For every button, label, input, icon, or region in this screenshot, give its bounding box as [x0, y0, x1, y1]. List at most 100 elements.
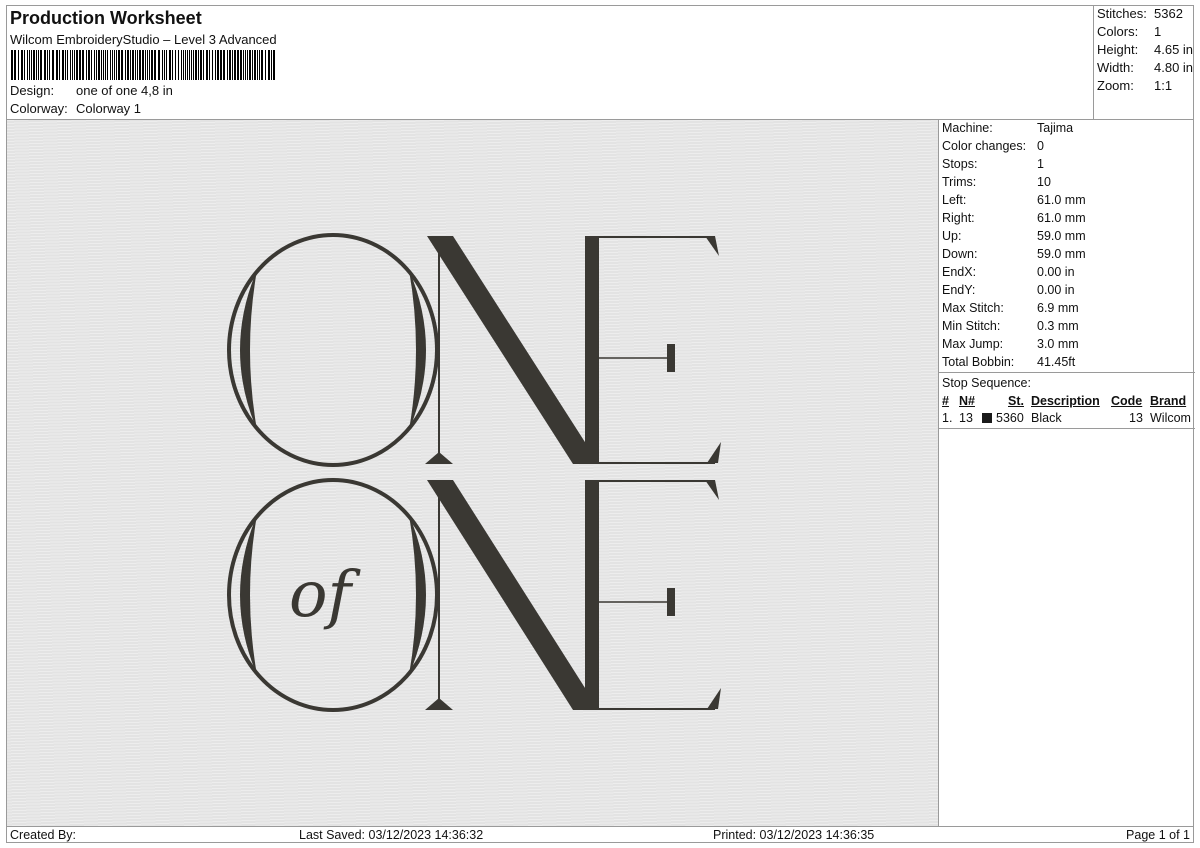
barcode-bar	[114, 50, 115, 80]
stop-sequence-title: Stop Sequence:	[942, 376, 1031, 390]
barcode-bar	[147, 50, 148, 80]
production-worksheet: Production Worksheet Wilcom EmbroiderySt…	[6, 5, 1195, 843]
barcode-bar	[82, 50, 84, 80]
barcode-bar	[220, 50, 222, 80]
barcode-bar	[72, 50, 73, 80]
barcode-bar	[191, 50, 192, 80]
barcode-bar	[127, 50, 129, 80]
barcode-bar	[38, 50, 39, 80]
barcode-bar	[223, 50, 225, 80]
barcode-bar	[158, 50, 160, 80]
page-title: Production Worksheet	[10, 8, 202, 28]
letter-n-top-diagonal	[427, 236, 599, 464]
page-number: Page 1 of 1	[1126, 828, 1190, 842]
barcode-bar	[145, 50, 146, 80]
barcode-bar	[94, 50, 95, 80]
barcode	[11, 50, 275, 80]
barcode-bar	[27, 50, 28, 80]
info-label: Left:	[942, 193, 967, 207]
letter-e-bottom-serif-top	[705, 480, 719, 500]
summary-zoom: Zoom: 1:1	[1097, 78, 1173, 93]
barcode-bar	[101, 50, 102, 80]
barcode-bar	[169, 50, 171, 80]
barcode-bar	[40, 50, 42, 80]
barcode-bar	[240, 50, 242, 80]
barcode-bar	[227, 50, 228, 80]
info-row: Left: 61.0 mm	[942, 193, 1086, 207]
barcode-bar	[116, 50, 117, 80]
colorway-row: Colorway: Colorway 1	[10, 101, 141, 116]
barcode-bar	[181, 50, 182, 80]
barcode-bar	[261, 50, 263, 80]
row-code: 13	[1129, 411, 1143, 425]
barcode-bar	[74, 50, 75, 80]
letter-n-top-foot	[425, 452, 453, 464]
info-row: Stops: 1	[942, 157, 1044, 171]
barcode-bar	[139, 50, 141, 80]
barcode-bar	[166, 50, 167, 80]
barcode-bar	[105, 50, 106, 80]
col-description: Description	[1031, 394, 1100, 408]
barcode-bar	[185, 50, 186, 80]
info-value: 0.00 in	[1037, 283, 1075, 297]
barcode-bar	[265, 50, 266, 80]
barcode-bar	[237, 50, 239, 80]
barcode-bar	[247, 50, 248, 80]
barcode-bar	[162, 50, 163, 80]
barcode-bar	[178, 50, 179, 80]
barcode-bar	[96, 50, 97, 80]
barcode-bar	[86, 50, 87, 80]
letter-n-bottom-right-stem	[585, 480, 599, 710]
barcode-bar	[243, 50, 244, 80]
barcode-bar	[206, 50, 208, 80]
barcode-bar	[252, 50, 253, 80]
design-summary: Stitches: 5362 Colors: 1 Height: 4.65 in Wi…	[1093, 6, 1195, 120]
letter-e-bottom-serif-mid	[667, 588, 675, 616]
barcode-bar	[245, 50, 246, 80]
barcode-bar	[215, 50, 216, 80]
software-subtitle: Wilcom EmbroideryStudio – Level 3 Advanc…	[10, 32, 277, 47]
barcode-bar	[31, 50, 32, 80]
row-brand: Wilcom	[1150, 411, 1191, 425]
info-row: Max Jump: 3.0 mm	[942, 337, 1079, 351]
barcode-bar	[21, 50, 23, 80]
summary-height: Height: 4.65 in	[1097, 42, 1194, 57]
info-row: Total Bobbin: 41.45ft	[942, 355, 1075, 369]
info-value: 61.0 mm	[1037, 211, 1086, 225]
barcode-bar	[11, 50, 13, 80]
letter-e-top-serif-bottom	[707, 442, 721, 463]
info-label: Down:	[942, 247, 978, 261]
row-n: 13	[959, 411, 973, 425]
info-value: 41.45ft	[1037, 355, 1076, 369]
info-row: Up: 59.0 mm	[942, 229, 1086, 243]
barcode-bar	[229, 50, 231, 80]
barcode-bar	[70, 50, 71, 80]
barcode-bar	[149, 50, 150, 80]
barcode-bar	[130, 50, 131, 80]
barcode-bar	[234, 50, 236, 80]
barcode-bar	[29, 50, 30, 80]
barcode-bar	[154, 50, 156, 80]
info-divider	[939, 372, 1195, 373]
barcode-bar	[249, 50, 251, 80]
info-label: Machine:	[942, 121, 993, 135]
info-row: Max Stitch: 6.9 mm	[942, 301, 1079, 315]
barcode-bar	[67, 50, 68, 80]
info-value: 0	[1037, 139, 1044, 153]
row-index: 1.	[942, 411, 953, 425]
info-value: 59.0 mm	[1037, 247, 1086, 261]
barcode-bar	[257, 50, 258, 80]
letter-o-top	[227, 233, 439, 467]
letter-n-bottom-diagonal	[427, 480, 599, 710]
barcode-bar	[189, 50, 190, 80]
barcode-bar	[137, 50, 138, 80]
info-value: 10	[1037, 175, 1051, 189]
barcode-bar	[198, 50, 199, 80]
design-row: Design: one of one 4,8 in	[10, 83, 173, 98]
col-index: #	[942, 394, 949, 408]
info-row: Color changes: 0	[942, 139, 1044, 153]
barcode-bar	[44, 50, 46, 80]
letter-e-bottom-serif-bottom	[707, 688, 721, 709]
summary-width: Width: 4.80 in	[1097, 60, 1194, 75]
barcode-bar	[164, 50, 165, 80]
